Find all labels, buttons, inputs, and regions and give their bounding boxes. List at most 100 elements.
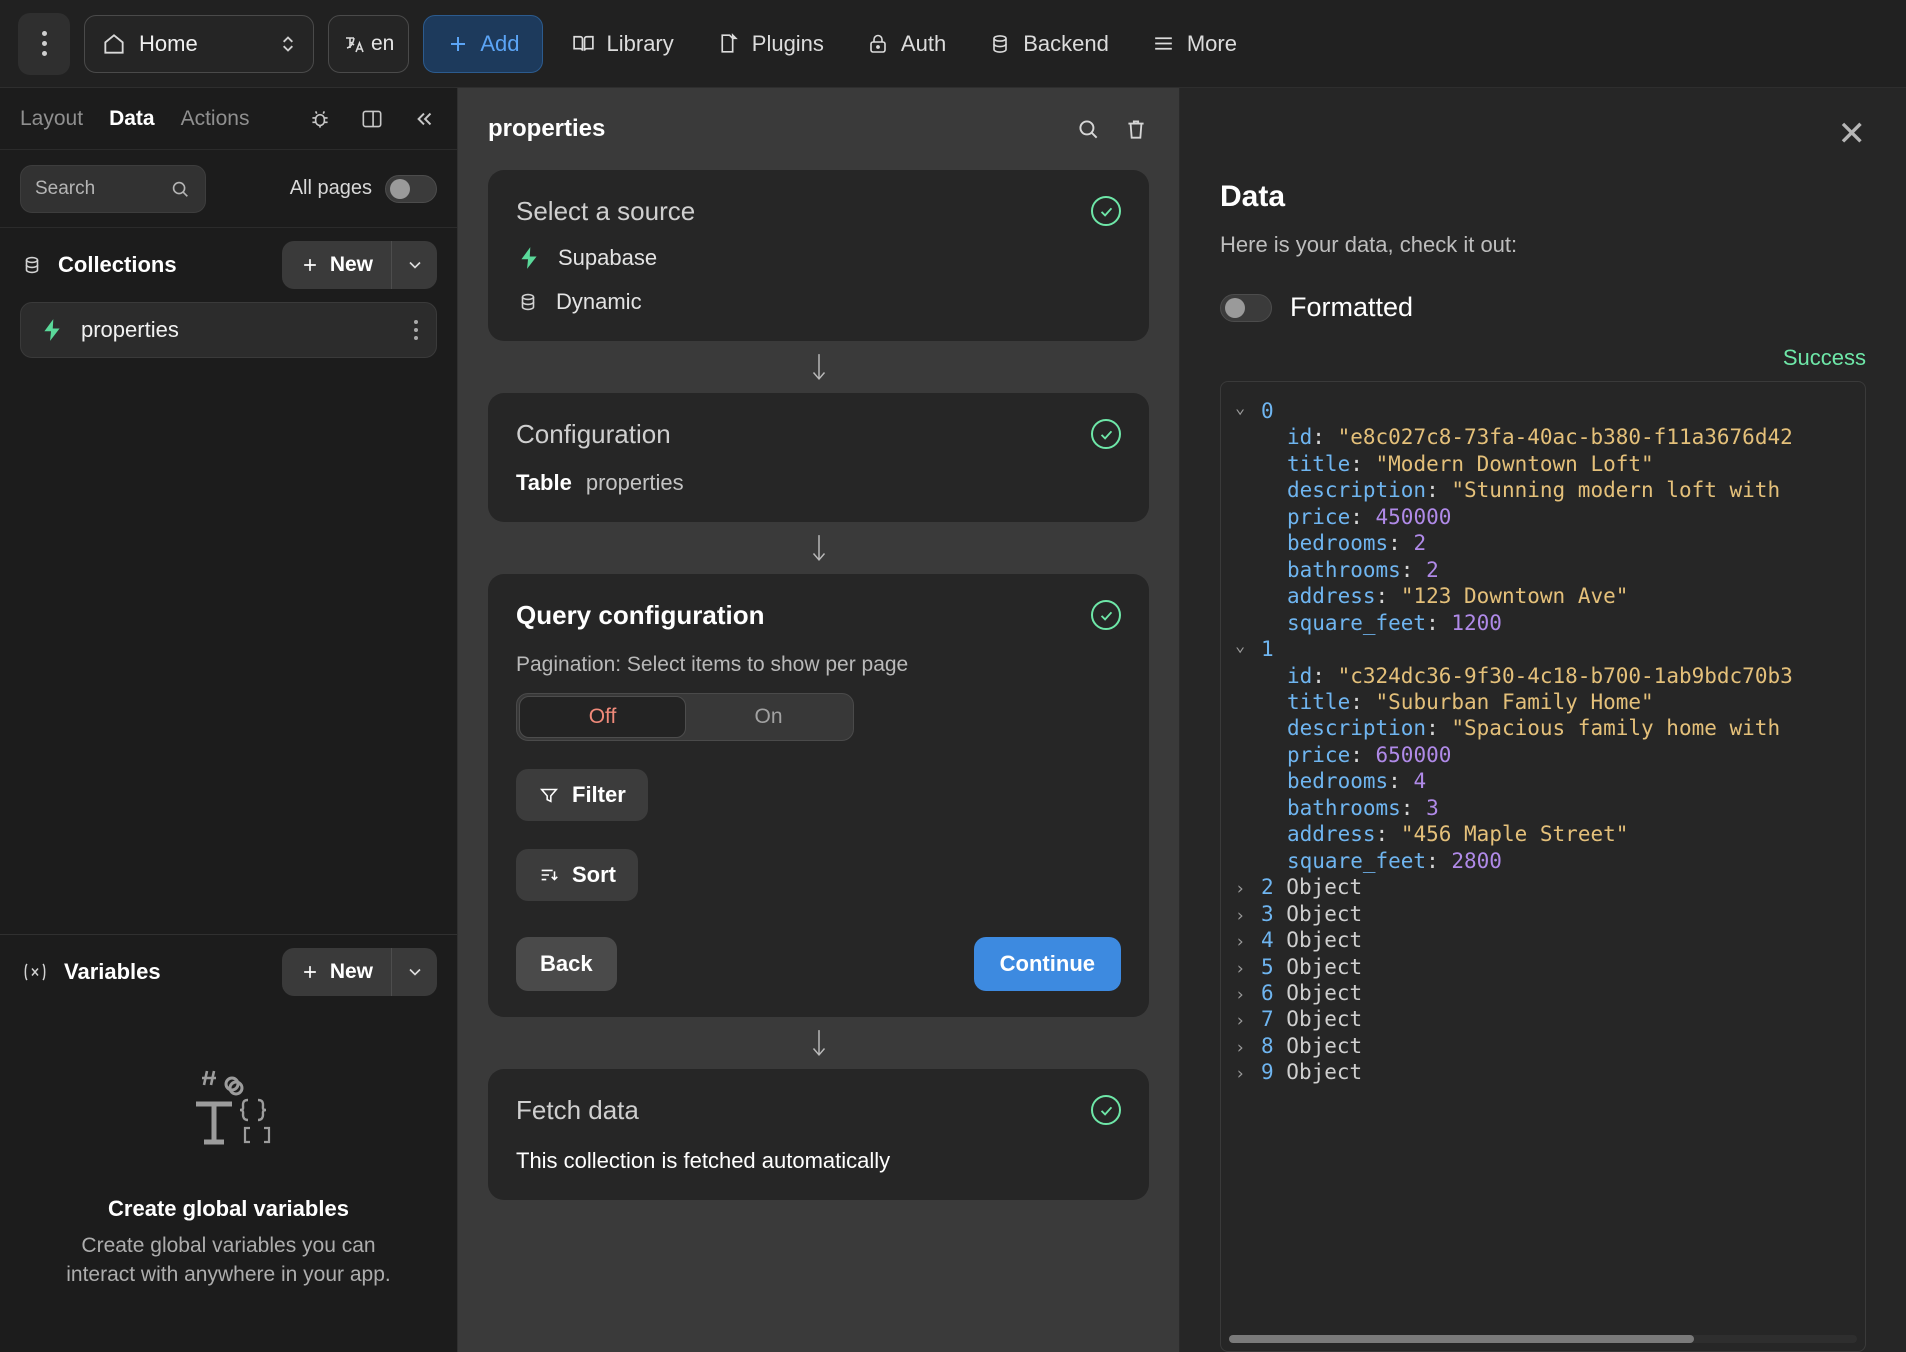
step-configuration[interactable]: Configuration Table properties xyxy=(488,393,1149,522)
tab-data[interactable]: Data xyxy=(109,107,155,131)
collection-item-label: properties xyxy=(81,317,398,343)
chevron-right-icon[interactable]: › xyxy=(1235,932,1261,953)
json-pair-row[interactable]: bathrooms: 2 xyxy=(1235,557,1851,583)
plugin-icon xyxy=(716,31,741,56)
json-pair-row[interactable]: id: "e8c027c8-73fa-40ac-b380-f11a3676d42 xyxy=(1235,424,1851,450)
filter-icon xyxy=(538,784,560,806)
json-key: bathrooms xyxy=(1287,795,1401,821)
step-title: Query configuration xyxy=(516,600,1091,631)
chevron-right-icon[interactable]: › xyxy=(1235,959,1261,980)
json-pair-row[interactable]: description: "Stunning modern loft with xyxy=(1235,477,1851,503)
chevron-right-icon[interactable]: › xyxy=(1235,1064,1261,1085)
pagination-option-off[interactable]: Off xyxy=(519,696,686,738)
nav-item-plugins[interactable]: Plugins xyxy=(702,21,838,67)
chevron-down-icon[interactable] xyxy=(391,241,437,289)
json-pair-row[interactable]: address: "123 Downtown Ave" xyxy=(1235,583,1851,609)
json-node-row[interactable]: ⌄1 xyxy=(1235,636,1851,662)
json-node-row[interactable]: ›6 Object xyxy=(1235,980,1851,1006)
check-circle-icon xyxy=(1091,419,1121,449)
json-pair-row[interactable]: address: "456 Maple Street" xyxy=(1235,821,1851,847)
chevron-right-icon[interactable]: › xyxy=(1235,1011,1261,1032)
continue-button[interactable]: Continue xyxy=(974,937,1121,991)
collapse-left-icon[interactable] xyxy=(411,106,437,132)
chevron-down-icon[interactable]: ⌄ xyxy=(1235,398,1261,419)
json-pair-row[interactable]: bathrooms: 3 xyxy=(1235,795,1851,821)
json-viewer[interactable]: ⌄0id: "e8c027c8-73fa-40ac-b380-f11a3676d… xyxy=(1220,381,1866,1352)
json-pair-row[interactable]: bedrooms: 2 xyxy=(1235,530,1851,556)
json-value: "123 Downtown Ave" xyxy=(1401,583,1629,609)
panel-icon[interactable] xyxy=(359,106,385,132)
json-value: 2 xyxy=(1413,530,1426,556)
page-selector[interactable]: Home xyxy=(84,15,314,73)
more-options-button[interactable] xyxy=(18,13,70,75)
chevron-right-icon[interactable]: › xyxy=(1235,906,1261,927)
json-pair-row[interactable]: price: 650000 xyxy=(1235,742,1851,768)
json-node-row[interactable]: ›8 Object xyxy=(1235,1033,1851,1059)
nav-label: Auth xyxy=(901,31,946,57)
json-node-row[interactable]: ›7 Object xyxy=(1235,1006,1851,1032)
json-node-row[interactable]: ›2 Object xyxy=(1235,874,1851,900)
json-pair-row[interactable]: bedrooms: 4 xyxy=(1235,768,1851,794)
new-variable-button[interactable]: New xyxy=(282,948,437,996)
sidebar-tabs: Layout Data Actions xyxy=(0,88,457,150)
json-value: 650000 xyxy=(1376,742,1452,768)
search-input[interactable]: Search xyxy=(20,165,206,213)
pagination-option-on[interactable]: On xyxy=(686,696,851,738)
close-icon[interactable]: ✕ xyxy=(1838,117,1867,151)
json-index: 4 xyxy=(1261,927,1274,953)
formatted-toggle-row[interactable]: Formatted xyxy=(1220,292,1866,323)
pagination-segmented-control[interactable]: Off On xyxy=(516,693,854,741)
json-pair-row[interactable]: square_feet: 1200 xyxy=(1235,610,1851,636)
chevron-down-icon[interactable] xyxy=(391,948,437,996)
plus-icon xyxy=(446,32,470,56)
horizontal-scrollbar[interactable] xyxy=(1229,1335,1857,1343)
variables-title: Variables xyxy=(64,959,268,985)
step-fetch-data[interactable]: Fetch data This collection is fetched au… xyxy=(488,1069,1149,1200)
editor-header: properties xyxy=(458,88,1179,170)
row-menu-icon[interactable] xyxy=(414,320,418,340)
tab-layout[interactable]: Layout xyxy=(20,107,83,131)
nav-item-auth[interactable]: Auth xyxy=(852,21,960,67)
json-colon: : xyxy=(1312,663,1337,689)
step-query-configuration[interactable]: Query configuration Pagination: Select i… xyxy=(488,574,1149,1017)
nav-item-backend[interactable]: Backend xyxy=(974,21,1123,67)
json-pair-row[interactable]: description: "Spacious family home with xyxy=(1235,715,1851,741)
json-node-row[interactable]: ›5 Object xyxy=(1235,954,1851,980)
back-button[interactable]: Back xyxy=(516,937,617,991)
json-pair-row[interactable]: square_feet: 2800 xyxy=(1235,848,1851,874)
chevron-right-icon[interactable]: › xyxy=(1235,879,1261,900)
sort-button[interactable]: Sort xyxy=(516,849,638,901)
json-pair-row[interactable]: title: "Suburban Family Home" xyxy=(1235,689,1851,715)
bug-icon[interactable] xyxy=(307,106,333,132)
chevron-right-icon[interactable]: › xyxy=(1235,985,1261,1006)
collection-item-properties[interactable]: properties xyxy=(20,302,437,358)
json-pair-row[interactable]: price: 450000 xyxy=(1235,504,1851,530)
nav-item-library[interactable]: Library xyxy=(557,21,688,67)
formatted-switch[interactable] xyxy=(1220,294,1272,322)
add-button[interactable]: Add xyxy=(423,15,542,73)
all-pages-switch[interactable] xyxy=(385,175,437,203)
search-icon[interactable] xyxy=(1075,116,1101,142)
json-pair-row[interactable]: title: "Modern Downtown Loft" xyxy=(1235,451,1851,477)
json-node-row[interactable]: ›3 Object xyxy=(1235,901,1851,927)
search-placeholder: Search xyxy=(35,178,95,200)
json-node-row[interactable]: ⌄0 xyxy=(1235,398,1851,424)
source-option-dynamic[interactable]: Dynamic xyxy=(516,289,1121,315)
step-select-source[interactable]: Select a source Supabase xyxy=(488,170,1149,341)
tab-actions[interactable]: Actions xyxy=(181,107,250,131)
json-node-row[interactable]: ›4 Object xyxy=(1235,927,1851,953)
all-pages-toggle[interactable]: All pages xyxy=(290,175,437,203)
step-title: Fetch data xyxy=(516,1095,1091,1126)
nav-item-more[interactable]: More xyxy=(1137,21,1251,67)
trash-icon[interactable] xyxy=(1123,116,1149,142)
chevron-down-icon[interactable]: ⌄ xyxy=(1235,636,1261,657)
filter-button[interactable]: Filter xyxy=(516,769,648,821)
language-button[interactable]: en xyxy=(328,15,409,73)
new-collection-button[interactable]: New xyxy=(282,241,437,289)
status-badge: Success xyxy=(1220,345,1866,371)
json-node-row[interactable]: ›9 Object xyxy=(1235,1059,1851,1085)
source-option-supabase[interactable]: Supabase xyxy=(516,245,1121,271)
chevron-right-icon[interactable]: › xyxy=(1235,1038,1261,1059)
new-collection-label: New xyxy=(330,253,373,277)
json-pair-row[interactable]: id: "c324dc36-9f30-4c18-b700-1ab9bdc70b3 xyxy=(1235,663,1851,689)
